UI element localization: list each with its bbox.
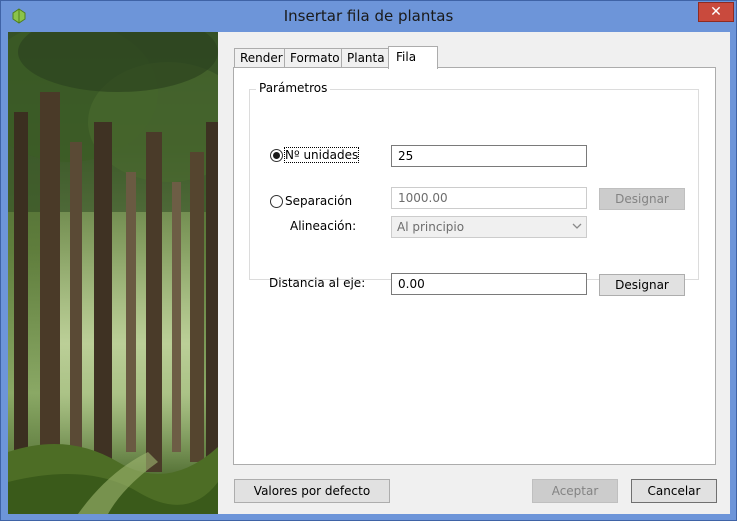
tab-panel-fila: Parámetros Nº unidades 25 Separación 100… [233, 67, 716, 465]
accept-button: Aceptar [532, 479, 618, 503]
title-bar[interactable]: Insertar fila de plantas ✕ [1, 1, 736, 32]
units-label[interactable]: Nº unidades [283, 147, 360, 163]
tab-render[interactable]: Render [234, 48, 289, 68]
close-button[interactable]: ✕ [698, 2, 734, 22]
defaults-button[interactable]: Valores por defecto [234, 479, 390, 503]
separacion-input: 1000.00 [391, 187, 587, 209]
distancia-input[interactable]: 0.00 [391, 273, 587, 295]
units-input[interactable]: 25 [391, 145, 587, 167]
forest-illustration [8, 32, 218, 514]
forest-image [8, 32, 218, 514]
tab-fila[interactable]: Fila [388, 46, 438, 69]
parametros-group: Parámetros [249, 81, 699, 280]
cancel-button[interactable]: Cancelar [631, 479, 717, 503]
parametros-group-title: Parámetros [256, 81, 331, 95]
alineacion-select: Al principio [391, 216, 587, 238]
units-radio[interactable] [270, 149, 283, 162]
tab-formato[interactable]: Formato [284, 48, 346, 68]
alineacion-value: Al principio [397, 220, 465, 234]
separacion-radio[interactable] [270, 195, 283, 208]
distancia-designar-button[interactable]: Designar [599, 274, 685, 296]
dialog-client: Render Formato Planta Fila Parámetros Nº… [8, 32, 730, 514]
window-title: Insertar fila de plantas [283, 7, 454, 25]
chevron-down-icon [572, 223, 582, 229]
tab-planta[interactable]: Planta [341, 48, 391, 68]
separacion-designar-button: Designar [599, 188, 685, 210]
dialog-window: Insertar fila de plantas ✕ Render Format… [0, 0, 737, 521]
alineacion-label: Alineación: [290, 219, 357, 233]
separacion-label[interactable]: Separación [285, 194, 352, 208]
distancia-label: Distancia al eje: [269, 276, 366, 290]
